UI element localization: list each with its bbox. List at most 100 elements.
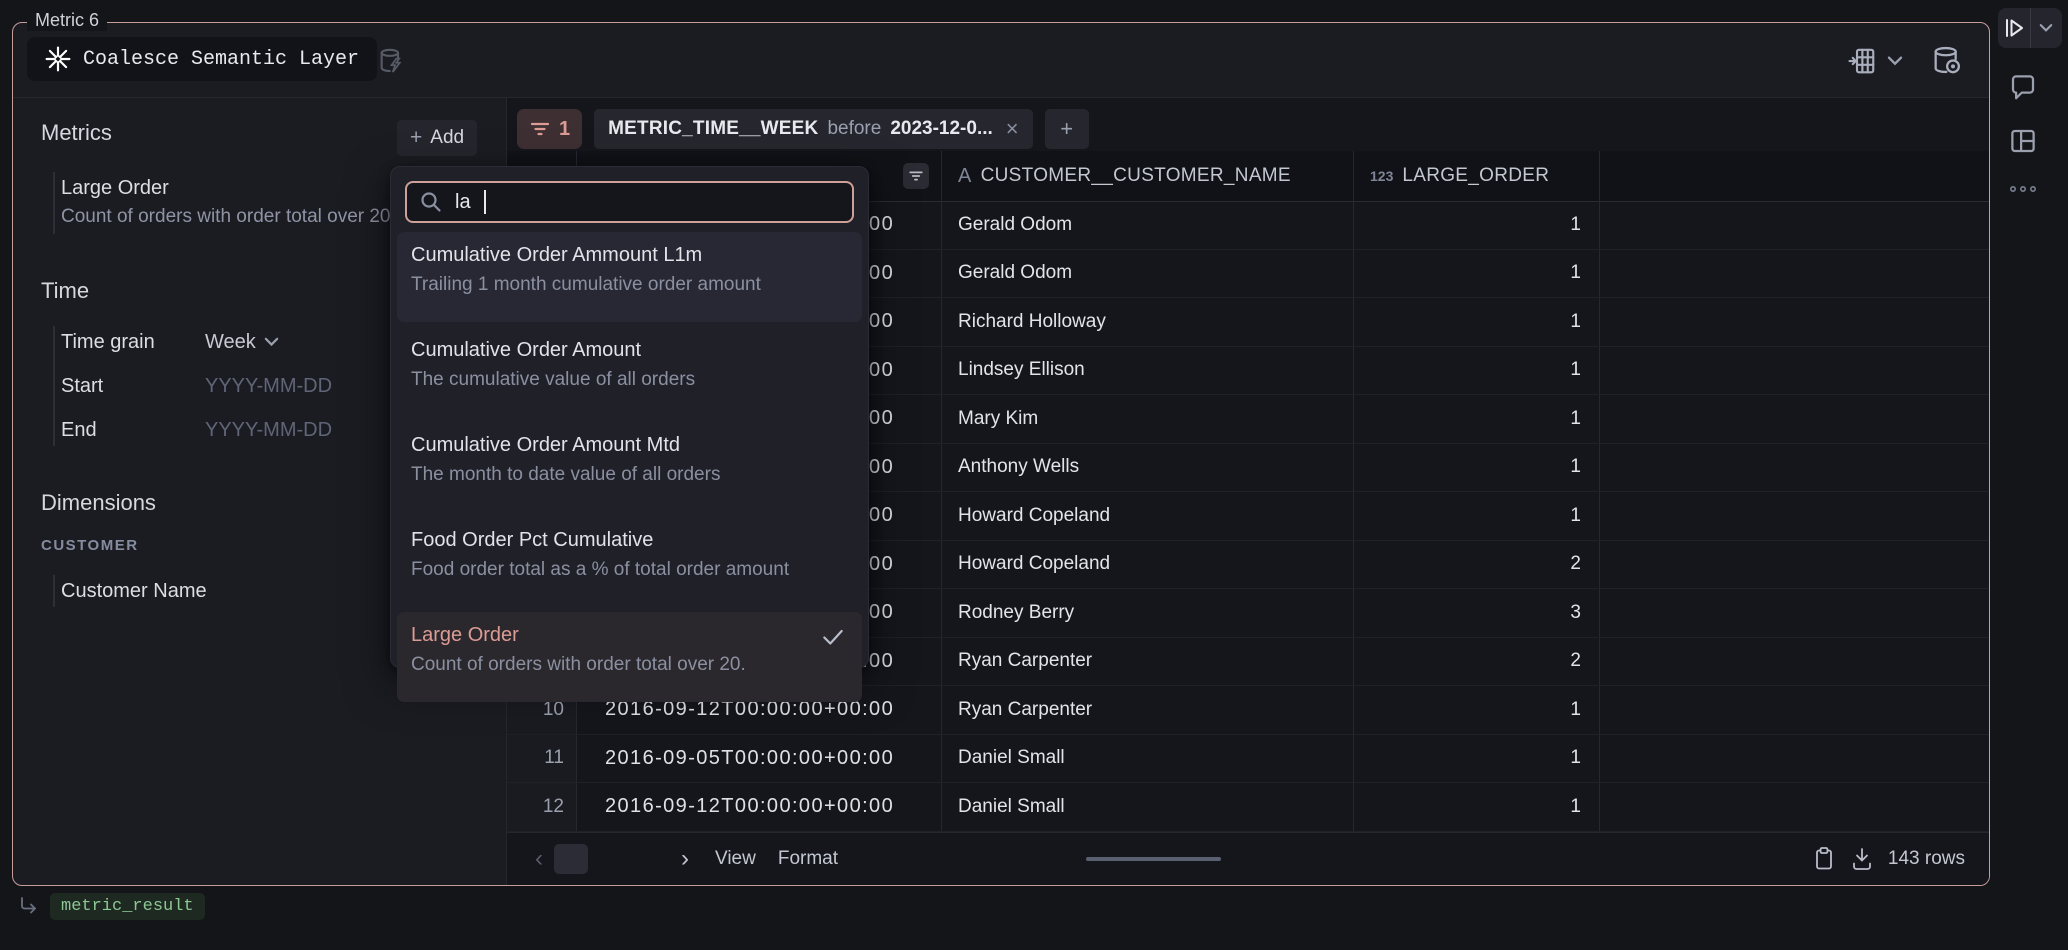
output-variable-pill[interactable]: metric_result — [50, 893, 205, 920]
cell-customer-name[interactable]: Gerald Odom — [942, 201, 1354, 249]
cell-large-order[interactable]: 1 — [1354, 201, 1600, 249]
metric-option[interactable]: Cumulative Order Amount Mtd The month to… — [397, 422, 862, 512]
column-filter-icon[interactable] — [903, 163, 929, 189]
semantic-layer-source-button[interactable]: Coalesce Semantic Layer — [27, 37, 377, 81]
customer-name-column-header[interactable]: A CUSTOMER__CUSTOMER_NAME — [942, 151, 1354, 201]
time-section-title: Time — [41, 278, 89, 304]
cell-empty — [1600, 395, 1989, 443]
cell-large-order[interactable]: 2 — [1354, 541, 1600, 589]
cell-large-order[interactable]: 2 — [1354, 638, 1600, 686]
metric-option[interactable]: Cumulative Order Amount The cumulative v… — [397, 327, 862, 417]
metrics-section-title: Metrics — [41, 120, 112, 146]
cell-empty — [1600, 347, 1989, 395]
cell-empty — [1600, 783, 1989, 831]
download-icon[interactable] — [1850, 846, 1874, 872]
metric-option[interactable]: Cumulative Order Ammount L1m Trailing 1 … — [397, 232, 862, 322]
row-count-label: 143 rows — [1888, 848, 1965, 870]
add-metric-button[interactable]: + Add — [397, 120, 477, 156]
cell-large-order[interactable]: 1 — [1354, 735, 1600, 783]
cell-large-order[interactable]: 1 — [1354, 395, 1600, 443]
add-filter-button[interactable]: + — [1045, 109, 1089, 149]
time-setting-label: End — [61, 419, 205, 442]
database-preview-icon[interactable] — [1931, 45, 1963, 77]
source-label: Coalesce Semantic Layer — [83, 48, 359, 71]
cell-empty — [1600, 250, 1989, 298]
filter-field: METRIC_TIME__WEEK — [608, 118, 818, 140]
large-order-column-header[interactable]: 123 LARGE_ORDER — [1354, 151, 1600, 201]
next-page-icon[interactable]: › — [677, 845, 693, 873]
time-setting-value[interactable]: YYYY-MM-DD — [205, 419, 332, 442]
cell-large-order[interactable]: 1 — [1354, 686, 1600, 734]
page-list — [554, 844, 670, 874]
table-row: 11 2016-09-05T00:00:00+00:00 Daniel Smal… — [507, 735, 1989, 784]
cell-customer-name[interactable]: Anthony Wells — [942, 444, 1354, 492]
copy-icon[interactable] — [1812, 846, 1836, 872]
pagination: ‹ › — [531, 844, 693, 874]
time-setting-value[interactable]: YYYY-MM-DD — [205, 375, 332, 398]
insert-table-icon[interactable] — [1847, 46, 1877, 76]
filter-bar: 1 METRIC_TIME__WEEK before 2023-12-0... … — [517, 109, 1089, 149]
check-icon — [820, 624, 846, 650]
cell-empty — [1600, 686, 1989, 734]
cell-large-order[interactable]: 1 — [1354, 444, 1600, 492]
view-menu-button[interactable]: View — [715, 848, 756, 870]
filter-icon — [529, 118, 551, 140]
notebook-stage: Metric 6 Coalesce Semantic Layer — [0, 0, 2068, 950]
cell-large-order[interactable]: 3 — [1354, 589, 1600, 637]
page-button[interactable] — [636, 844, 670, 874]
cell-customer-name[interactable]: Daniel Small — [942, 783, 1354, 831]
cell-customer-name[interactable]: Rodney Berry — [942, 589, 1354, 637]
cell-large-order[interactable]: 1 — [1354, 298, 1600, 346]
metric-option[interactable]: Large Order Count of orders with order t… — [397, 612, 862, 702]
search-query-text: la — [455, 191, 471, 214]
cell-customer-name[interactable]: Ryan Carpenter — [942, 638, 1354, 686]
cell-large-order[interactable]: 1 — [1354, 492, 1600, 540]
cell-empty — [1600, 444, 1989, 492]
empty-column-header — [1600, 151, 1989, 201]
metric-option[interactable]: Food Order Pct Cumulative Food order tot… — [397, 517, 862, 607]
horizontal-scrollbar[interactable] — [1086, 857, 1221, 861]
metric-cell: Metric 6 Coalesce Semantic Layer — [12, 22, 1990, 886]
cell-customer-name[interactable]: Lindsey Ellison — [942, 347, 1354, 395]
chevron-down-icon[interactable] — [1887, 55, 1903, 67]
prev-page-icon[interactable]: ‹ — [531, 845, 547, 873]
metric-search-dropdown: la Cumulative Order Ammount L1m Trailing… — [390, 166, 869, 668]
cell-large-order[interactable]: 1 — [1354, 783, 1600, 831]
table-footer: ‹ › View Format — [507, 832, 1989, 885]
cell-customer-name[interactable]: Howard Copeland — [942, 541, 1354, 589]
filter-chip[interactable]: METRIC_TIME__WEEK before 2023-12-0... × — [594, 109, 1033, 149]
cell-empty — [1600, 492, 1989, 540]
row-number: 12 — [507, 783, 577, 831]
output-arrow-icon — [18, 896, 40, 918]
cell-empty — [1600, 541, 1989, 589]
cell-customer-name[interactable]: Mary Kim — [942, 395, 1354, 443]
cell-customer-name[interactable]: Ryan Carpenter — [942, 686, 1354, 734]
comment-icon[interactable] — [2008, 72, 2064, 102]
page-button[interactable] — [554, 844, 588, 874]
cell-customer-name[interactable]: Gerald Odom — [942, 250, 1354, 298]
run-options-chevron-icon[interactable] — [2030, 8, 2063, 48]
cell-customer-name[interactable]: Richard Holloway — [942, 298, 1354, 346]
remove-filter-icon[interactable]: × — [1006, 119, 1019, 139]
filter-count-chip[interactable]: 1 — [517, 109, 582, 149]
time-setting-value[interactable]: Week — [205, 331, 279, 354]
format-menu-button[interactable]: Format — [778, 848, 838, 870]
number-type-icon: 123 — [1370, 168, 1393, 184]
search-input[interactable]: la — [405, 181, 854, 223]
cell-metric-time-week[interactable]: 2016-09-05T00:00:00+00:00 — [577, 735, 942, 783]
run-cell-button[interactable] — [1998, 8, 2062, 48]
cell-customer-name[interactable]: Howard Copeland — [942, 492, 1354, 540]
cell-large-order[interactable]: 1 — [1354, 250, 1600, 298]
row-number: 11 — [507, 735, 577, 783]
dimensions-section-title: Dimensions — [41, 490, 156, 516]
cell-large-order[interactable]: 1 — [1354, 347, 1600, 395]
more-options-icon[interactable] — [2008, 184, 2064, 194]
page-button[interactable] — [595, 844, 629, 874]
cell-metric-time-week[interactable]: 2016-09-12T00:00:00+00:00 — [577, 783, 942, 831]
database-edit-icon[interactable] — [377, 47, 405, 75]
run-icon[interactable] — [1998, 8, 2030, 48]
table-row: 12 2016-09-12T00:00:00+00:00 Daniel Smal… — [507, 783, 1989, 832]
text-cursor — [484, 190, 486, 214]
cell-customer-name[interactable]: Daniel Small — [942, 735, 1354, 783]
layout-icon[interactable] — [2008, 126, 2064, 156]
